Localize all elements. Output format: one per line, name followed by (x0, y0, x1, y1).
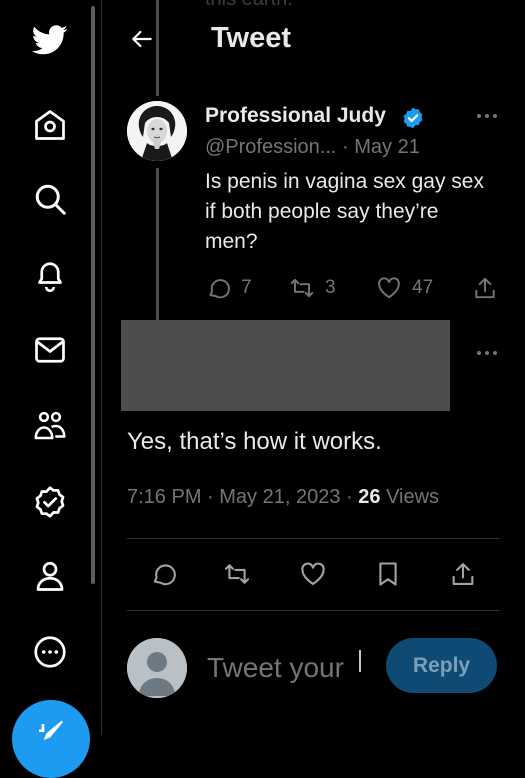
compose-button[interactable] (12, 700, 90, 778)
communities-icon[interactable] (28, 404, 72, 448)
tweet-meta: 7:16 PM · May 21, 2023 · 26 Views (127, 486, 440, 508)
heart-icon (378, 277, 400, 299)
main-tweet-text: Yes, that’s how it works. (127, 428, 382, 455)
author-handle-line: @Profession... · May 21 (205, 136, 420, 159)
divider (127, 610, 500, 611)
divider (127, 538, 500, 539)
reply-action[interactable]: 7 (205, 275, 252, 301)
tweet-date[interactable]: May 21 (354, 136, 420, 158)
share-icon (475, 277, 495, 299)
main-column: this earth. Tweet Professional Judy @Pro… (103, 0, 525, 735)
like-action[interactable]: 47 (376, 275, 433, 301)
retweet-icon (290, 278, 314, 298)
verified-badge-icon (403, 107, 423, 129)
like-button[interactable] (296, 557, 330, 591)
tweet-more-button[interactable] (473, 104, 501, 128)
twitter-logo-icon[interactable] (28, 18, 72, 62)
avatar[interactable] (127, 101, 187, 161)
tweet-text: Is penis in vagina sex gay sex if both p… (205, 170, 484, 253)
reply-count: 7 (241, 277, 252, 298)
back-button[interactable] (125, 22, 159, 56)
previous-tweet-text: this earth. (205, 0, 293, 11)
home-icon[interactable] (28, 103, 72, 147)
views-count: 26 (358, 486, 381, 508)
default-avatar-icon (127, 638, 187, 698)
more-dots-icon (477, 351, 497, 355)
like-count: 47 (412, 277, 434, 298)
text-caret (359, 650, 361, 672)
more-icon[interactable] (28, 630, 72, 674)
more-dots-icon (477, 114, 497, 118)
thread-line (156, 168, 159, 320)
profile-icon[interactable] (28, 554, 72, 598)
nav-scrollbar[interactable] (91, 6, 95, 584)
page-title: Tweet (211, 22, 292, 54)
notifications-icon[interactable] (28, 253, 72, 297)
share-button[interactable] (446, 557, 480, 591)
search-icon[interactable] (28, 177, 72, 221)
retweet-button[interactable] (220, 557, 254, 591)
nav-rail (0, 0, 102, 778)
messages-icon[interactable] (28, 328, 72, 372)
retweet-icon (224, 564, 250, 584)
my-avatar[interactable] (127, 638, 187, 698)
tweet-full-date[interactable]: May 21, 2023 (219, 486, 340, 508)
share-icon (452, 563, 474, 585)
main-tweet-more-button[interactable] (473, 341, 501, 365)
reply-submit-button[interactable]: Reply (386, 638, 497, 693)
redacted-author (121, 320, 450, 411)
share-action[interactable] (472, 275, 498, 301)
author-avatar-image (127, 101, 187, 161)
arrow-left-icon (132, 30, 152, 48)
author-handle[interactable]: @Profession... (205, 136, 336, 158)
separator: · (336, 136, 355, 158)
bookmark-button[interactable] (371, 557, 405, 591)
compose-icon (39, 720, 63, 740)
reply-icon (153, 564, 176, 586)
author-name[interactable]: Professional Judy (205, 104, 386, 128)
retweet-action[interactable]: 3 (289, 275, 336, 301)
retweet-count: 3 (325, 277, 336, 298)
bookmark-icon (379, 562, 397, 586)
heart-icon (301, 562, 325, 585)
views-label: Views (386, 486, 440, 508)
reply-button[interactable] (146, 557, 180, 591)
tweet-time[interactable]: 7:16 PM (127, 486, 201, 508)
verified-icon[interactable] (28, 480, 72, 524)
reply-input[interactable] (207, 648, 367, 688)
reply-icon (209, 279, 230, 299)
